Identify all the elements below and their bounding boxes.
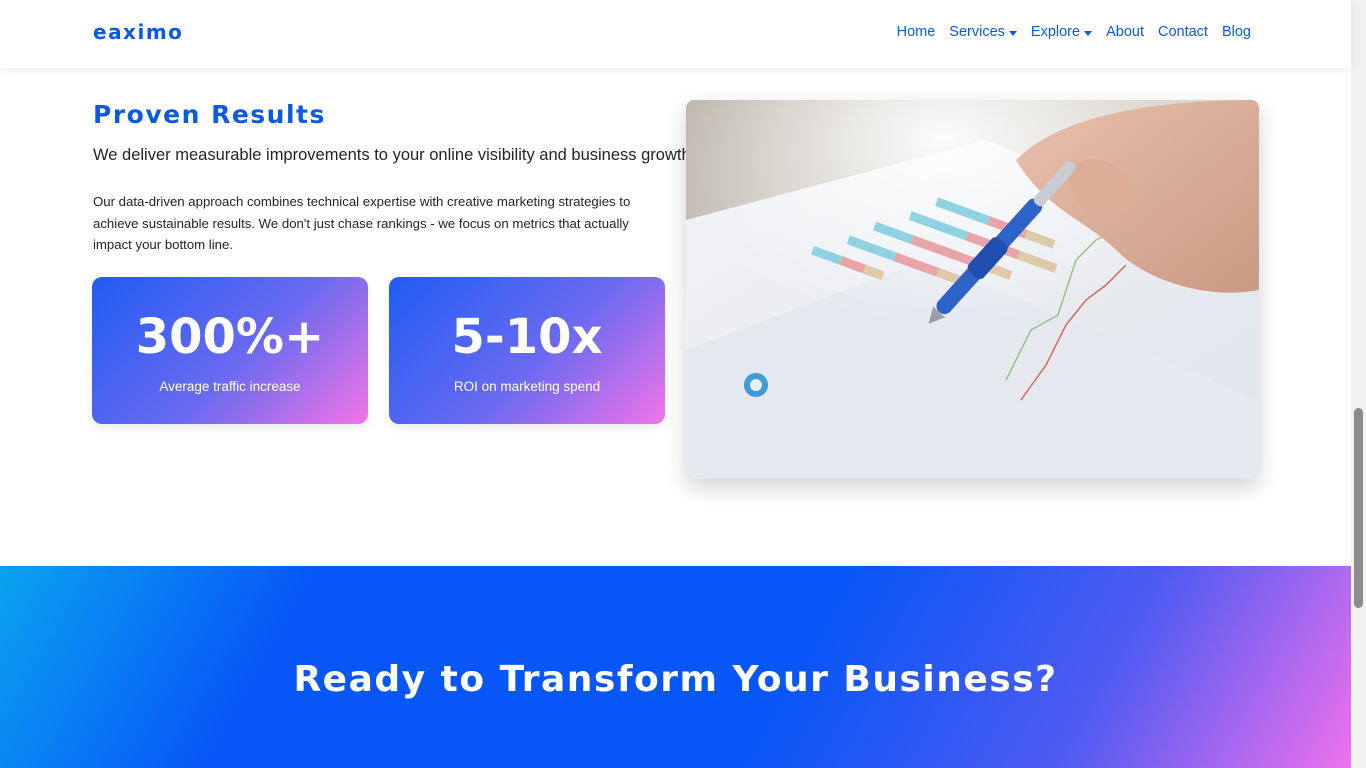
nav-item-services[interactable]: Services bbox=[949, 24, 1017, 40]
analytics-photo bbox=[686, 100, 1259, 479]
brand-logo[interactable]: eaximo bbox=[93, 20, 183, 44]
nav-item-label: Home bbox=[896, 24, 936, 40]
cta-section: Ready to Transform Your Business? bbox=[0, 566, 1351, 768]
nav-item-label: Blog bbox=[1221, 24, 1251, 40]
scrollbar-track[interactable] bbox=[1351, 0, 1366, 768]
stat-card-roi: 5-10x ROI on marketing spend bbox=[389, 277, 665, 424]
main-nav: Home Services Explore About Contact Blog bbox=[897, 24, 1251, 40]
caret-down-icon bbox=[1084, 30, 1093, 36]
navbar: eaximo Home Services Explore About Conta… bbox=[0, 0, 1351, 68]
stat-value: 300%+ bbox=[135, 309, 325, 365]
nav-item-label: Explore bbox=[1030, 24, 1081, 40]
caret-down-icon bbox=[1008, 30, 1017, 36]
cta-title: Ready to Transform Your Business? bbox=[293, 659, 1058, 700]
nav-item-label: About bbox=[1106, 24, 1144, 40]
scrollbar-thumb[interactable] bbox=[1354, 408, 1363, 608]
stat-value: 5-10x bbox=[451, 309, 603, 365]
stat-card-traffic: 300%+ Average traffic increase bbox=[92, 277, 368, 424]
section-body: Our data-driven approach combines techni… bbox=[93, 194, 631, 252]
section-lead: We deliver measurable improvements to yo… bbox=[93, 146, 691, 164]
section-title: Proven Results bbox=[93, 100, 326, 129]
nav-item-explore[interactable]: Explore bbox=[1030, 24, 1093, 40]
nav-item-label: Contact bbox=[1157, 24, 1208, 40]
stat-label: Average traffic increase bbox=[159, 379, 301, 394]
nav-item-blog[interactable]: Blog bbox=[1222, 24, 1251, 40]
nav-item-label: Services bbox=[949, 24, 1005, 40]
nav-item-home[interactable]: Home bbox=[897, 24, 936, 40]
stat-label: ROI on marketing spend bbox=[453, 379, 601, 394]
nav-item-about[interactable]: About bbox=[1106, 24, 1144, 40]
nav-item-contact[interactable]: Contact bbox=[1158, 24, 1208, 40]
